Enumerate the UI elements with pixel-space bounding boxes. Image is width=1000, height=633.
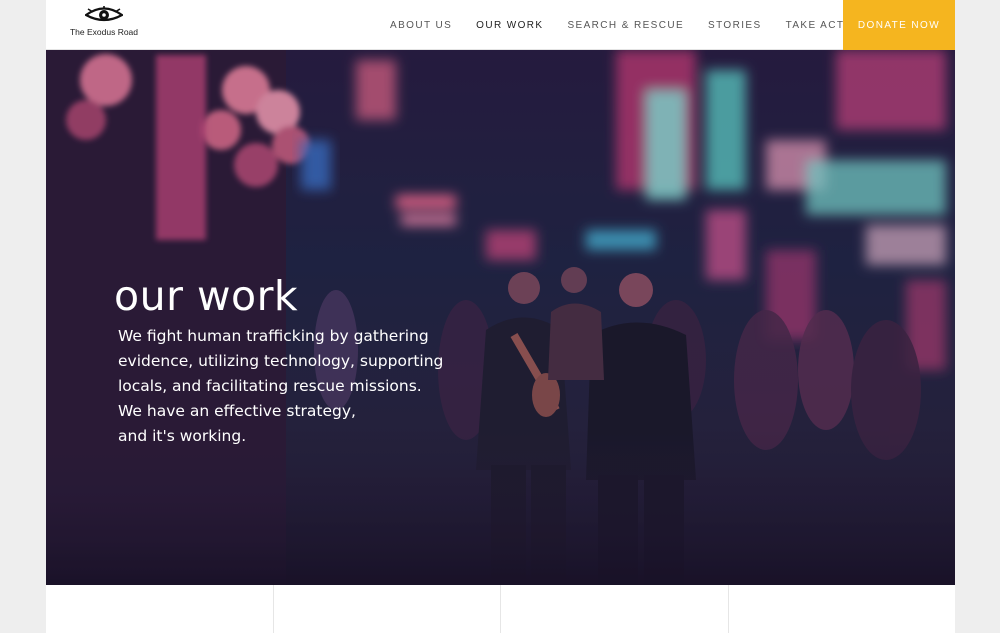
hero-text-line: evidence, utilizing technology, supporti… [118, 352, 444, 370]
hero-description: We fight human trafficking by gathering … [118, 324, 478, 449]
hero-text-line: and it's working. [118, 427, 247, 445]
main-nav: ABOUT US OUR WORK SEARCH & RESCUE STORIE… [390, 0, 890, 50]
nav-search-rescue[interactable]: SEARCH & RESCUE [567, 20, 684, 31]
stat-card [729, 585, 956, 633]
hero-banner: our work We fight human trafficking by g… [46, 50, 955, 585]
donate-button[interactable]: DONATE NOW [843, 0, 955, 50]
stats-strip [46, 585, 955, 633]
stat-card [46, 585, 274, 633]
stat-card [274, 585, 501, 633]
eye-logo-icon [85, 6, 123, 22]
hero-text-line: We have an effective strategy, [118, 402, 356, 420]
logo[interactable]: The Exodus Road [64, 6, 144, 46]
logo-text: The Exodus Road [69, 27, 139, 37]
page-title: our work [114, 272, 299, 320]
nav-about-us[interactable]: ABOUT US [390, 20, 452, 31]
hero-text-line: We fight human trafficking by gathering [118, 327, 429, 345]
nav-stories[interactable]: STORIES [708, 20, 762, 31]
stat-card [501, 585, 729, 633]
nav-our-work[interactable]: OUR WORK [476, 20, 543, 31]
page-frame: The Exodus Road ABOUT US OUR WORK SEARCH… [46, 0, 955, 633]
site-header: The Exodus Road ABOUT US OUR WORK SEARCH… [46, 0, 955, 50]
hero-text-line: locals, and facilitating rescue missions… [118, 377, 422, 395]
